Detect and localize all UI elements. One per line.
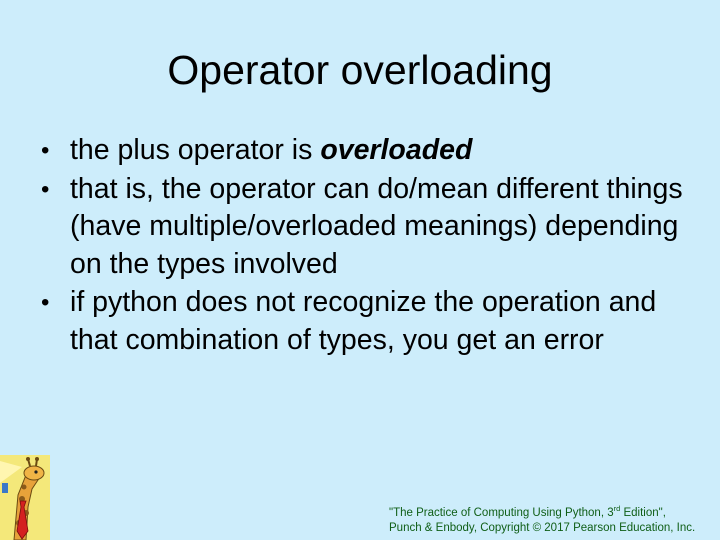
- bullet-item: • the plus operator is overloaded: [36, 132, 686, 170]
- slide-title: Operator overloading: [167, 47, 553, 93]
- bullet-list: • the plus operator is overloaded • that…: [36, 132, 686, 360]
- bullet-text: if python does not recognize the operati…: [70, 286, 657, 356]
- bullet-marker: •: [41, 137, 50, 164]
- bullet-marker: •: [41, 289, 50, 316]
- bullet-text: that is, the operator can do/mean differ…: [70, 172, 683, 280]
- bullet-marker: •: [41, 175, 50, 203]
- bullet-item: • if python does not recognize the opera…: [36, 284, 686, 359]
- bullet-item: • that is, the operator can do/mean diff…: [36, 171, 686, 284]
- footer-line-2: Punch & Enbody, Copyright © 2017 Pearson…: [389, 522, 696, 534]
- giraffe-icon: [0, 455, 50, 540]
- bullet-emphasis: overloaded: [320, 134, 473, 166]
- bullet-text: the plus operator is: [70, 134, 321, 166]
- slide: Operator overloading • the plus operator…: [0, 0, 720, 540]
- footer-line-1: "The Practice of Computing Using Python,…: [389, 504, 666, 519]
- copyright-footer: "The Practice of Computing Using Python,…: [389, 504, 715, 536]
